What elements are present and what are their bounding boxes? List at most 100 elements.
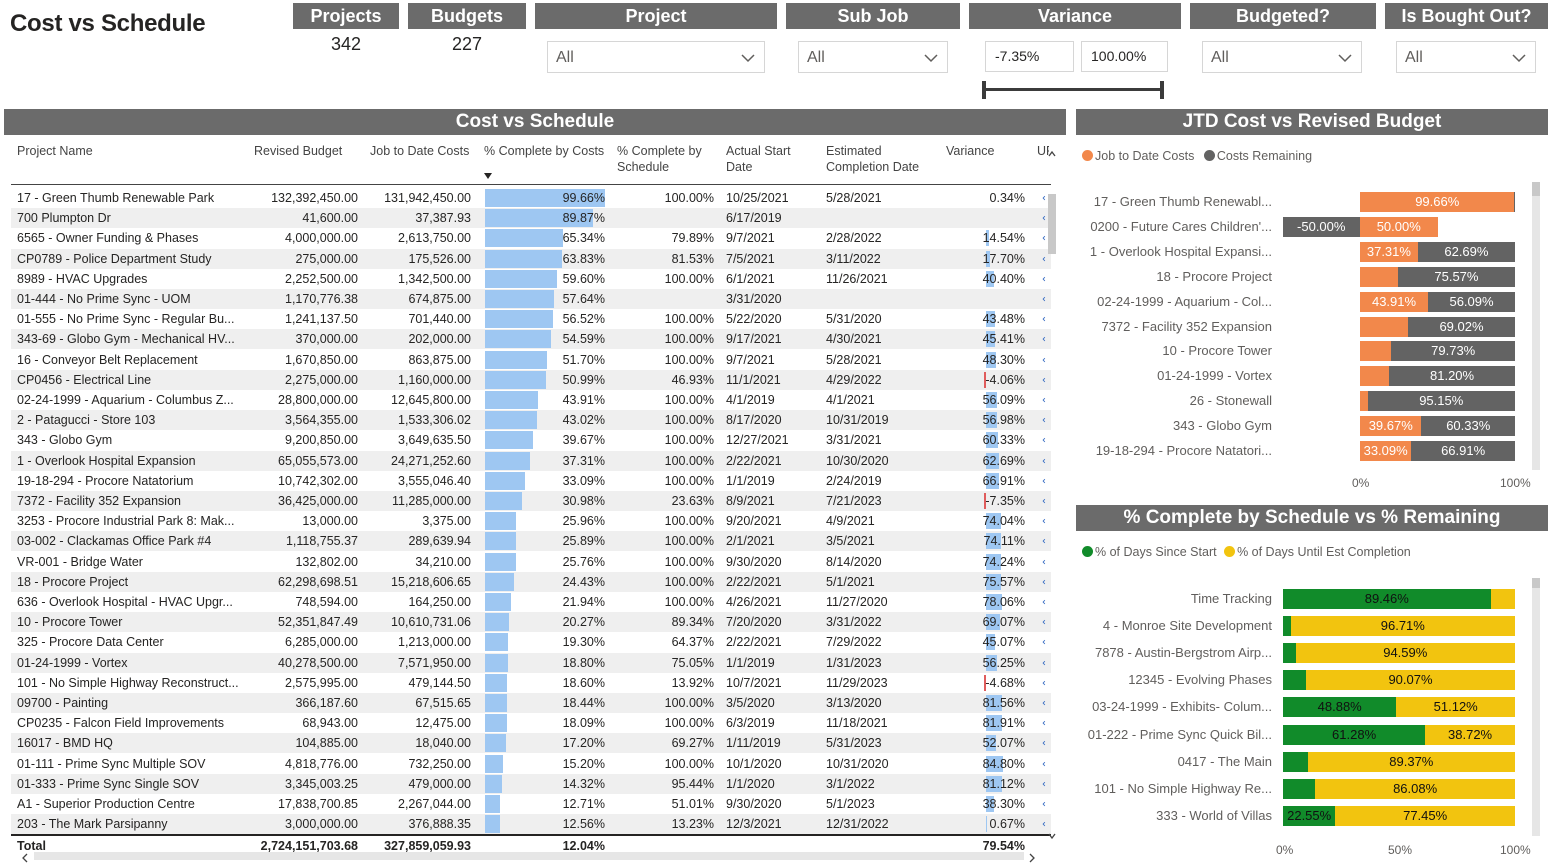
table-row[interactable]: 01-555 - No Prime Sync - Regular Bu... 1,…	[11, 309, 1053, 329]
bar-segment-jtd-costs[interactable]: 37.31%	[1360, 241, 1418, 262]
bar-segment-costs-remaining[interactable]	[1514, 192, 1515, 212]
table-row[interactable]: 1 - Overlook Hospital Expansion 65,055,57…	[11, 450, 1053, 471]
table-row[interactable]: 6565 - Owner Funding & Phases 4,000,000.0…	[11, 228, 1053, 248]
bar-segment-days-since-start[interactable]	[1283, 670, 1307, 691]
bar-segment-days-since-start[interactable]	[1283, 643, 1296, 664]
bar-segment-days-until-completion[interactable]: 94.59%	[1295, 643, 1515, 664]
table-row[interactable]: 03-002 - Clackamas Office Park #4 1,118,7…	[11, 531, 1053, 552]
col-header-variance[interactable]: Variance	[946, 143, 994, 159]
col-header-completion-date[interactable]: Estimated Completion Date	[826, 143, 936, 175]
table-row[interactable]: 325 - Procore Data Center 6,285,000.00 1,2…	[11, 632, 1053, 652]
bar-segment-costs-remaining[interactable]: 75.57%	[1397, 266, 1515, 287]
bar-segment-days-until-completion[interactable]: 86.08%	[1315, 778, 1515, 799]
bar-segment-jtd-costs[interactable]	[1360, 366, 1390, 387]
bar-segment-jtd-costs[interactable]	[1360, 266, 1398, 287]
bar-segment-days-until-completion[interactable]: 96.71%	[1290, 616, 1515, 637]
bar-segment-days-since-start[interactable]: 61.28%	[1283, 724, 1426, 745]
bar-segment-costs-remaining[interactable]: 56.09%	[1428, 291, 1515, 312]
bar-segment-days-since-start[interactable]: 22.55%	[1283, 805, 1336, 826]
jtd-chart-scroll-thumb[interactable]	[1532, 182, 1540, 196]
schedule-chart-scroll-thumb[interactable]	[1532, 578, 1540, 588]
variance-max-handle[interactable]	[1160, 81, 1164, 99]
bar-segment-days-until-completion[interactable]: 51.12%	[1396, 697, 1515, 718]
project-dropdown[interactable]: All	[547, 41, 765, 73]
scroll-up-icon[interactable]	[1048, 150, 1056, 158]
table-row[interactable]: 01-111 - Prime Sync Multiple SOV 4,818,77…	[11, 754, 1053, 774]
table-vertical-scroll-thumb[interactable]	[1048, 194, 1056, 254]
table-row[interactable]: 16 - Conveyor Belt Replacement 1,670,850.…	[11, 350, 1053, 370]
sub-job-dropdown[interactable]: All	[798, 41, 948, 73]
table-row[interactable]: 01-24-1999 - Vortex 40,278,500.00 7,571,95…	[11, 652, 1053, 673]
col-header-project-name[interactable]: Project Name	[17, 143, 93, 159]
jtd-chart-scrollbar[interactable]	[1532, 182, 1540, 470]
table-row[interactable]: A1 - Superior Production Centre 17,838,70…	[11, 794, 1053, 814]
bar-segment-costs-remaining[interactable]: -50.00%	[1282, 216, 1360, 237]
table-row[interactable]: 7372 - Facility 352 Expansion 36,425,000.…	[11, 491, 1053, 511]
bar-segment-costs-remaining[interactable]: 79.73%	[1391, 341, 1515, 362]
table-row[interactable]: 09700 - Painting 366,187.60 67,515.65 18.44…	[11, 693, 1053, 713]
table-row[interactable]: 343 - Globo Gym 9,200,850.00 3,649,635.50 3…	[11, 430, 1053, 450]
bar-segment-costs-remaining[interactable]: 66.91%	[1411, 441, 1515, 461]
table-row[interactable]: 8989 - HVAC Upgrades 2,252,500.00 1,342,50…	[11, 269, 1053, 289]
variance-min-input[interactable]: -7.35%	[985, 41, 1074, 72]
variance-min-handle[interactable]	[982, 81, 986, 99]
bar-segment-costs-remaining[interactable]: 62.69%	[1417, 241, 1515, 262]
bar-segment-days-until-completion[interactable]: 89.37%	[1307, 751, 1515, 772]
table-row[interactable]: 2 - Patagucci - Store 103 3,564,355.00 1,5…	[11, 410, 1053, 431]
table-horizontal-scrollbar[interactable]	[34, 852, 1024, 860]
legend-jtd-costs[interactable]: Job to Date Costs	[1095, 149, 1194, 163]
col-header-jtd-costs[interactable]: Job to Date Costs	[370, 143, 469, 159]
table-row[interactable]: 01-333 - Prime Sync Single SOV 3,345,003.…	[11, 773, 1053, 794]
table-vertical-scrollbar[interactable]	[1046, 150, 1058, 840]
bar-segment-costs-remaining[interactable]: 69.02%	[1408, 316, 1515, 337]
bar-segment-days-until-completion[interactable]	[1490, 589, 1515, 609]
bought-out-dropdown[interactable]: All	[1396, 41, 1536, 73]
table-row[interactable]: 343-69 - Globo Gym - Mechanical HV... 370…	[11, 329, 1053, 350]
bar-segment-days-since-start[interactable]	[1283, 778, 1316, 799]
table-row[interactable]: 17 - Green Thumb Renewable Park 132,392,4…	[11, 188, 1053, 208]
bar-segment-jtd-costs[interactable]	[1360, 341, 1392, 362]
bar-segment-days-until-completion[interactable]: 38.72%	[1425, 724, 1515, 745]
table-row[interactable]: 3253 - Procore Industrial Park 8: Mak...…	[11, 511, 1053, 531]
scroll-left-icon[interactable]	[21, 853, 29, 863]
bar-segment-days-since-start[interactable]: 48.88%	[1283, 697, 1397, 718]
bar-segment-jtd-costs[interactable]: 39.67%	[1360, 416, 1422, 437]
legend-costs-remaining[interactable]: Costs Remaining	[1217, 149, 1312, 163]
schedule-chart-scrollbar[interactable]	[1532, 578, 1540, 836]
bar-segment-costs-remaining[interactable]: 95.15%	[1367, 391, 1515, 412]
bar-segment-costs-remaining[interactable]: 60.33%	[1421, 416, 1515, 437]
table-row[interactable]: 01-444 - No Prime Sync - UOM 1,170,776.38…	[11, 289, 1053, 309]
table-row[interactable]: 18 - Procore Project 62,298,698.51 15,218,…	[11, 571, 1053, 592]
bar-segment-jtd-costs[interactable]	[1360, 316, 1409, 337]
bar-segment-days-until-completion[interactable]: 77.45%	[1335, 805, 1515, 826]
bar-segment-costs-remaining[interactable]: 81.20%	[1389, 366, 1515, 387]
col-header-pct-costs[interactable]: % Complete by Costs	[484, 143, 604, 159]
table-row[interactable]: 203 - The Mark Parsipanny 3,000,000.00 376…	[11, 814, 1053, 835]
scroll-down-icon[interactable]	[1048, 832, 1056, 840]
bar-segment-days-until-completion[interactable]: 90.07%	[1306, 670, 1515, 691]
legend-days-since-start[interactable]: % of Days Since Start	[1095, 545, 1217, 559]
col-header-pct-schedule[interactable]: % Complete by Schedule	[617, 143, 717, 175]
bar-segment-days-since-start[interactable]	[1283, 616, 1291, 637]
table-row[interactable]: 700 Plumpton Dr 41,600.00 37,387.93 89.87% 6…	[11, 208, 1053, 229]
bar-segment-jtd-costs[interactable]	[1360, 391, 1368, 412]
legend-days-until-completion[interactable]: % of Days Until Est Completion	[1237, 545, 1411, 559]
table-row[interactable]: 19-18-294 - Procore Natatorium 10,742,302…	[11, 471, 1053, 491]
table-row[interactable]: 16017 - BMD HQ 104,885.00 18,040.00 17.20% 6…	[11, 733, 1053, 754]
table-row[interactable]: 101 - No Simple Highway Reconstruct... 2,…	[11, 673, 1053, 693]
table-row[interactable]: 02-24-1999 - Aquarium - Columbus Z... 28,…	[11, 390, 1053, 410]
bar-segment-days-since-start[interactable]: 89.46%	[1283, 589, 1491, 609]
table-row[interactable]: CP0789 - Police Department Study 275,000.…	[11, 248, 1053, 269]
bar-segment-jtd-costs[interactable]: 33.09%	[1360, 441, 1412, 461]
scroll-right-icon[interactable]	[1028, 853, 1036, 863]
table-row[interactable]: VR-001 - Bridge Water 132,802.00 34,210.00…	[11, 552, 1053, 572]
variance-max-input[interactable]: 100.00%	[1081, 41, 1168, 72]
budgeted-dropdown[interactable]: All	[1202, 41, 1362, 73]
table-row[interactable]: CP0235 - Falcon Field Improvements 68,943…	[11, 713, 1053, 733]
table-row[interactable]: 636 - Overlook Hospital - HVAC Upgr... 74…	[11, 592, 1053, 612]
bar-segment-jtd-costs[interactable]: 43.91%	[1360, 291, 1429, 312]
col-header-revised-budget[interactable]: Revised Budget	[254, 143, 342, 159]
col-header-start-date[interactable]: Actual Start Date	[726, 143, 816, 175]
bar-segment-jtd-costs[interactable]: 99.66%	[1360, 192, 1515, 212]
bar-segment-jtd-costs[interactable]: 50.00%	[1360, 216, 1438, 237]
